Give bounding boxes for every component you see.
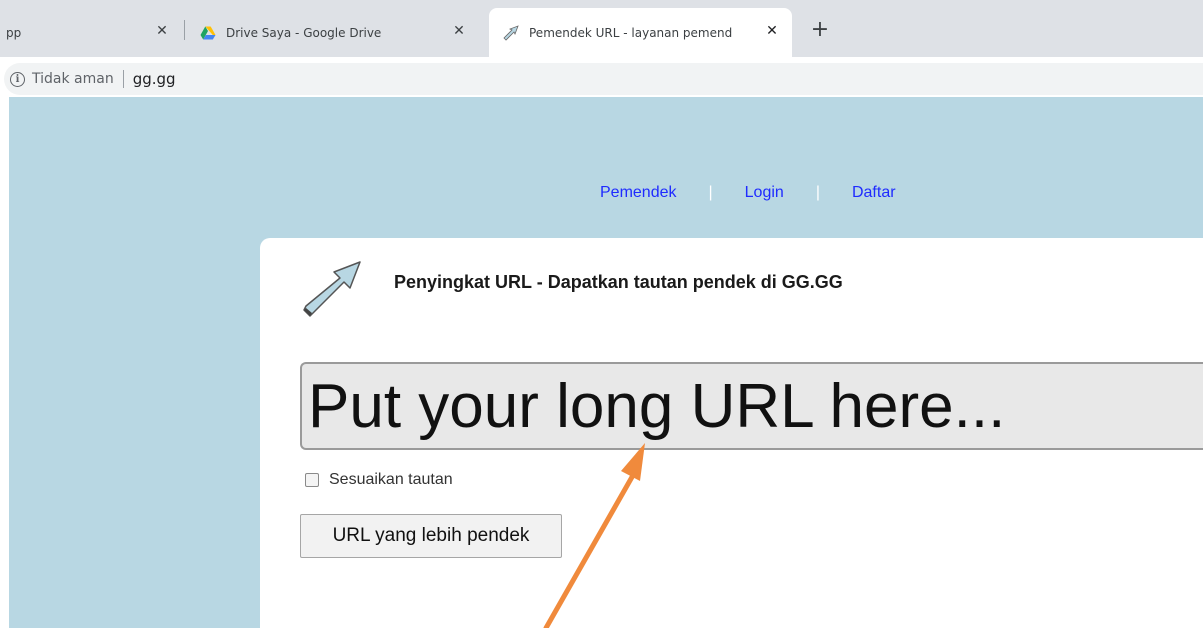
page-title: Penyingkat URL - Dapatkan tautan pendek … <box>394 272 843 292</box>
nav-daftar-link[interactable]: Daftar <box>852 184 896 202</box>
top-nav: Pemendek | Login | Daftar <box>600 183 896 203</box>
long-url-input[interactable] <box>300 362 1203 450</box>
omnibox-separator <box>122 70 124 88</box>
tab-whatsapp[interactable]: pp ✕ <box>0 8 182 57</box>
url-text[interactable]: gg.gg <box>133 70 176 88</box>
close-icon[interactable]: ✕ <box>451 23 467 39</box>
tab-title: Pemendek URL - layanan pemend <box>529 25 733 40</box>
info-icon[interactable]: i <box>10 71 25 87</box>
nav-login-link[interactable]: Login <box>745 184 784 202</box>
nav-separator: | <box>708 184 713 201</box>
shortener-card: Penyingkat URL - Dapatkan tautan pendek … <box>260 238 1203 638</box>
tab-title: pp <box>6 25 22 40</box>
tab-strip: pp ✕ Drive Saya - Google Drive ✕ Pemende… <box>0 0 1203 57</box>
customize-link-checkbox[interactable] <box>305 473 319 487</box>
shorten-url-button[interactable]: URL yang lebih pendek <box>300 514 562 558</box>
tab-title: Drive Saya - Google Drive <box>226 25 382 40</box>
security-label[interactable]: Tidak aman <box>32 71 114 87</box>
customize-link-row: Sesuaikan tautan <box>305 471 453 489</box>
page-content: Pemendek | Login | Daftar Penyingkat URL… <box>0 97 1203 638</box>
arrow-favicon-icon <box>503 24 519 41</box>
address-bar[interactable]: i Tidak aman gg.gg <box>4 63 1203 95</box>
tab-google-drive[interactable]: Drive Saya - Google Drive ✕ <box>184 8 485 57</box>
arrow-logo-icon <box>303 261 361 317</box>
nav-pemendek-link[interactable]: Pemendek <box>600 184 677 202</box>
toolbar: i Tidak aman gg.gg <box>0 57 1203 97</box>
nav-separator: | <box>815 184 820 201</box>
close-icon[interactable]: ✕ <box>764 23 780 39</box>
tab-pemendek-url[interactable]: Pemendek URL - layanan pemend ✕ <box>489 8 792 57</box>
new-tab-button[interactable]: + <box>808 18 832 42</box>
google-drive-icon <box>200 26 216 39</box>
close-icon[interactable]: ✕ <box>154 23 170 39</box>
customize-link-label[interactable]: Sesuaikan tautan <box>329 471 453 489</box>
left-edge <box>0 97 9 628</box>
